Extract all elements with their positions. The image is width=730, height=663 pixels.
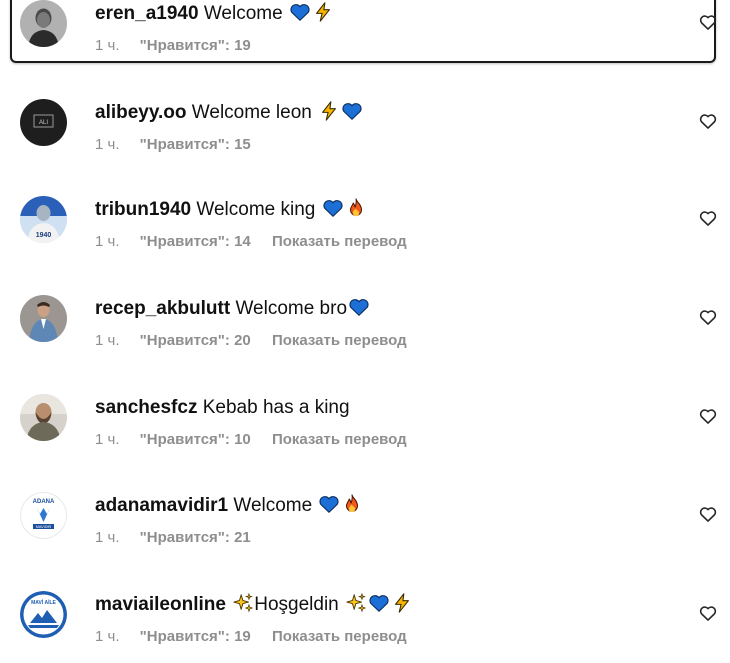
comment-text: Hoşgeldin (254, 594, 339, 615)
svg-text:MAVİ AİLE: MAVİ AİLE (31, 599, 56, 606)
comment-item: eren_a1940 Welcome 1 ч. "Нравится": 19 (0, 0, 730, 96)
lightning-icon (391, 592, 413, 614)
show-translation-button[interactable]: Показать перевод (272, 233, 407, 250)
comment-username[interactable]: sanchesfcz (95, 397, 197, 418)
comment-text: Welcome bro (235, 298, 348, 319)
blue-heart-icon (348, 296, 370, 318)
comment-likes[interactable]: "Нравится": 20 (140, 332, 251, 349)
like-heart-icon[interactable] (698, 111, 718, 131)
comment-text-line: adanamavidir1 Welcome (95, 492, 363, 520)
lightning-icon (312, 1, 334, 23)
sparkles-icon (345, 592, 367, 614)
comment-text: Welcome leon (191, 102, 312, 123)
like-heart-icon[interactable] (698, 406, 718, 426)
comment-text: Welcome (233, 495, 313, 516)
comment-username[interactable]: tribun1940 (95, 199, 191, 220)
comment-time[interactable]: 1 ч. (95, 529, 120, 546)
avatar[interactable]: 1940 (20, 196, 67, 243)
comment-username[interactable]: maviaileonline (95, 594, 226, 615)
comment-time[interactable]: 1 ч. (95, 37, 120, 54)
comment-text: Welcome (203, 3, 283, 24)
avatar[interactable]: ADANA MAVIDIR (20, 492, 67, 539)
comment-item: 1940 tribun1940 Welcome king 1 ч. "Нрави… (0, 196, 730, 292)
comment-likes[interactable]: "Нравится": 10 (140, 431, 251, 448)
svg-text:1940: 1940 (36, 232, 52, 239)
comment-text-line: alibeyy.oo Welcome leon (95, 99, 363, 127)
comment-item: recep_akbulutt Welcome bro 1 ч. "Нравитс… (0, 295, 730, 391)
avatar[interactable] (20, 0, 67, 47)
comment-username[interactable]: adanamavidir1 (95, 495, 228, 516)
comment-text-line: recep_akbulutt Welcome bro (95, 295, 370, 323)
like-heart-icon[interactable] (698, 208, 718, 228)
comment-meta: 1 ч. "Нравится": 21 (95, 528, 268, 548)
blue-heart-icon (368, 592, 390, 614)
svg-text:MAVIDIR: MAVIDIR (36, 525, 52, 529)
comment-item: sanchesfcz Kebab has a king 1 ч. "Нравит… (0, 394, 730, 490)
comment-time[interactable]: 1 ч. (95, 431, 120, 448)
comment-meta: 1 ч. "Нравится": 14 Показать перевод (95, 232, 407, 252)
lightning-icon (318, 100, 340, 122)
comment-likes[interactable]: "Нравится": 15 (140, 136, 251, 153)
avatar[interactable]: MAVİ AİLE (20, 591, 67, 638)
avatar[interactable] (20, 394, 67, 441)
show-translation-button[interactable]: Показать перевод (272, 431, 407, 448)
svg-text:ADANA: ADANA (33, 499, 55, 505)
comment-time[interactable]: 1 ч. (95, 332, 120, 349)
comment-text: Kebab has a king (202, 397, 350, 418)
svg-text:ALI: ALI (39, 120, 48, 126)
comment-item: ADANA MAVIDIR adanamavidir1 Welcome 1 ч.… (0, 492, 730, 588)
show-translation-button[interactable]: Показать перевод (272, 628, 407, 645)
comment-likes[interactable]: "Нравится": 14 (140, 233, 251, 250)
comment-username[interactable]: eren_a1940 (95, 3, 199, 24)
show-translation-button[interactable]: Показать перевод (272, 332, 407, 349)
fire-icon (345, 197, 367, 219)
comment-meta: 1 ч. "Нравится": 10 Показать перевод (95, 430, 407, 450)
comment-likes[interactable]: "Нравится": 19 (140, 628, 251, 645)
comment-time[interactable]: 1 ч. (95, 628, 120, 645)
comment-meta: 1 ч. "Нравится": 19 (95, 36, 268, 56)
avatar[interactable]: ALI (20, 99, 67, 146)
comment-time[interactable]: 1 ч. (95, 136, 120, 153)
like-heart-icon[interactable] (698, 504, 718, 524)
comment-text-line: maviaileonline Hoşgeldin (95, 591, 413, 619)
comment-time[interactable]: 1 ч. (95, 233, 120, 250)
like-heart-icon[interactable] (698, 307, 718, 327)
comment-item: MAVİ AİLE maviaileonline Hoşgeldin 1 ч. … (0, 591, 730, 663)
comment-list: eren_a1940 Welcome 1 ч. "Нравится": 19 A… (0, 0, 730, 663)
comment-username[interactable]: recep_akbulutt (95, 298, 230, 319)
comment-text-line: sanchesfcz Kebab has a king (95, 394, 350, 422)
comment-likes[interactable]: "Нравится": 19 (140, 37, 251, 54)
comment-text: Welcome king (196, 199, 316, 220)
comment-likes[interactable]: "Нравится": 21 (140, 529, 251, 546)
comment-item: ALI alibeyy.oo Welcome leon 1 ч. "Нравит… (0, 99, 730, 195)
sparkles-icon (232, 592, 254, 614)
fire-icon (341, 493, 363, 515)
comment-meta: 1 ч. "Нравится": 20 Показать перевод (95, 331, 407, 351)
like-heart-icon[interactable] (698, 12, 718, 32)
comment-text-line: tribun1940 Welcome king (95, 196, 367, 224)
like-heart-icon[interactable] (698, 603, 718, 623)
comment-text-line: eren_a1940 Welcome (95, 0, 334, 28)
blue-heart-icon (341, 100, 363, 122)
comment-meta: 1 ч. "Нравится": 19 Показать перевод (95, 627, 407, 647)
blue-heart-icon (289, 1, 311, 23)
blue-heart-icon (322, 197, 344, 219)
avatar[interactable] (20, 295, 67, 342)
comment-username[interactable]: alibeyy.oo (95, 102, 187, 123)
blue-heart-icon (318, 493, 340, 515)
comment-meta: 1 ч. "Нравится": 15 (95, 135, 268, 155)
